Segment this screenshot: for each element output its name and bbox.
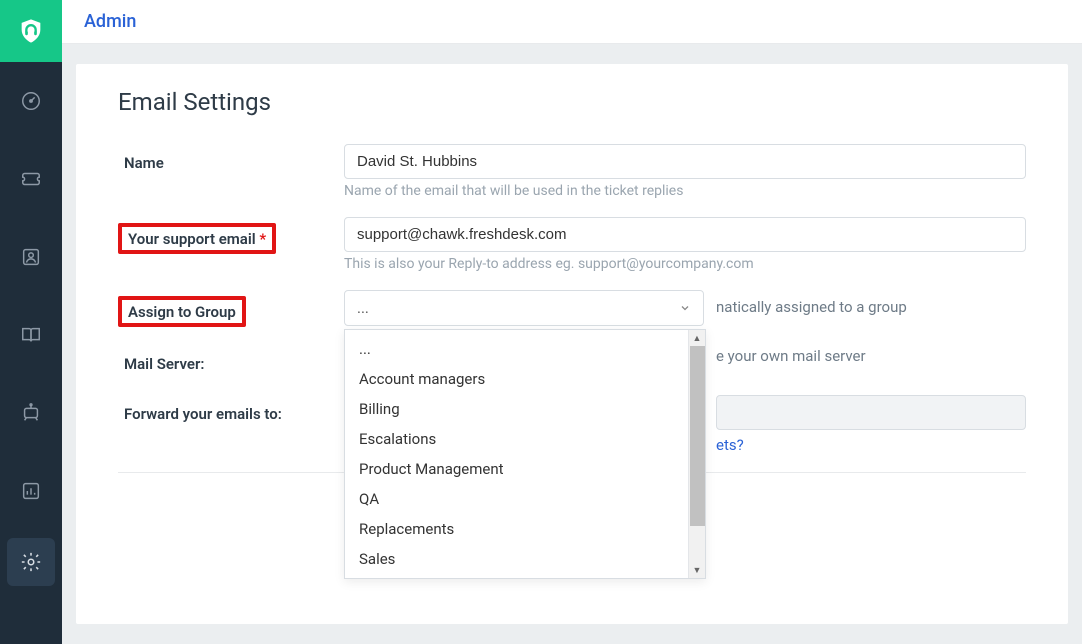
dropdown-option[interactable]: Product Management — [345, 454, 688, 484]
scroll-thumb[interactable] — [690, 346, 705, 526]
assign-group-select[interactable]: ... ... Account managers Billing Escalat… — [344, 290, 704, 326]
contact-icon — [20, 246, 42, 268]
name-input[interactable] — [344, 144, 1026, 179]
scrollbar[interactable]: ▲ ▼ — [688, 330, 705, 578]
book-icon — [20, 324, 42, 346]
main-area: Admin Email Settings Name Name of the em… — [62, 0, 1082, 644]
breadcrumb-admin[interactable]: Admin — [84, 11, 136, 32]
forward-to-input[interactable] — [716, 395, 1026, 430]
assign-group-selected-value: ... — [357, 299, 369, 317]
bot-icon — [20, 402, 42, 424]
chart-icon — [20, 480, 42, 502]
dropdown-option[interactable]: Account managers — [345, 364, 688, 394]
row-support-email: Your support email * This is also your R… — [118, 217, 1026, 272]
dropdown-option[interactable]: Replacements — [345, 514, 688, 544]
sidebar-item-contacts[interactable] — [0, 226, 62, 288]
logo-tile[interactable] — [0, 0, 62, 62]
label-support-email-highlight: Your support email * — [118, 223, 276, 254]
row-name: Name Name of the email that will be used… — [118, 144, 1026, 199]
label-name: Name — [118, 150, 170, 176]
dropdown-list: ... Account managers Billing Escalations… — [345, 330, 688, 578]
ticket-icon — [20, 168, 42, 190]
mail-server-option-tail: e your own mail server — [704, 345, 866, 365]
dropdown-option[interactable]: Sales — [345, 544, 688, 574]
label-mail-server: Mail Server: — [118, 351, 210, 377]
label-forward-to: Forward your emails to: — [118, 401, 288, 427]
sidebar-item-dashboard[interactable] — [0, 70, 62, 132]
assign-group-dropdown: ... Account managers Billing Escalations… — [344, 329, 706, 579]
dropdown-option[interactable]: ... — [345, 334, 688, 364]
dropdown-option[interactable]: Billing — [345, 394, 688, 424]
sidebar-item-tickets[interactable] — [0, 148, 62, 210]
forward-help-link-tail[interactable]: ets? — [716, 436, 1026, 454]
sidebar-item-admin[interactable] — [7, 538, 55, 586]
scroll-down-icon[interactable]: ▼ — [689, 562, 705, 578]
required-star-icon: * — [259, 230, 266, 248]
gauge-icon — [20, 90, 42, 112]
page-title: Email Settings — [118, 88, 1026, 116]
support-email-help-text: This is also your Reply-to address eg. s… — [344, 256, 1026, 272]
sidebar-item-analytics[interactable] — [0, 460, 62, 522]
sidebar-item-solutions[interactable] — [0, 304, 62, 366]
label-assign-group: Assign to Group — [128, 303, 236, 321]
support-email-input[interactable] — [344, 217, 1026, 252]
sidebar — [0, 0, 62, 644]
gear-icon — [20, 551, 42, 573]
headset-shield-icon — [17, 17, 45, 45]
label-assign-group-highlight: Assign to Group — [118, 296, 246, 327]
assign-group-help-tail: natically assigned to a group — [716, 290, 907, 316]
name-help-text: Name of the email that will be used in t… — [344, 183, 1026, 199]
scroll-up-icon[interactable]: ▲ — [689, 330, 705, 346]
settings-card: Email Settings Name Name of the email th… — [76, 64, 1068, 624]
topbar: Admin — [62, 0, 1082, 44]
chevron-down-icon — [679, 302, 691, 314]
label-support-email: Your support email — [128, 230, 256, 248]
dropdown-option[interactable]: QA — [345, 484, 688, 514]
sidebar-item-forums[interactable] — [0, 382, 62, 444]
dropdown-option[interactable]: Escalations — [345, 424, 688, 454]
row-assign-group: Assign to Group ... ... — [118, 290, 1026, 327]
